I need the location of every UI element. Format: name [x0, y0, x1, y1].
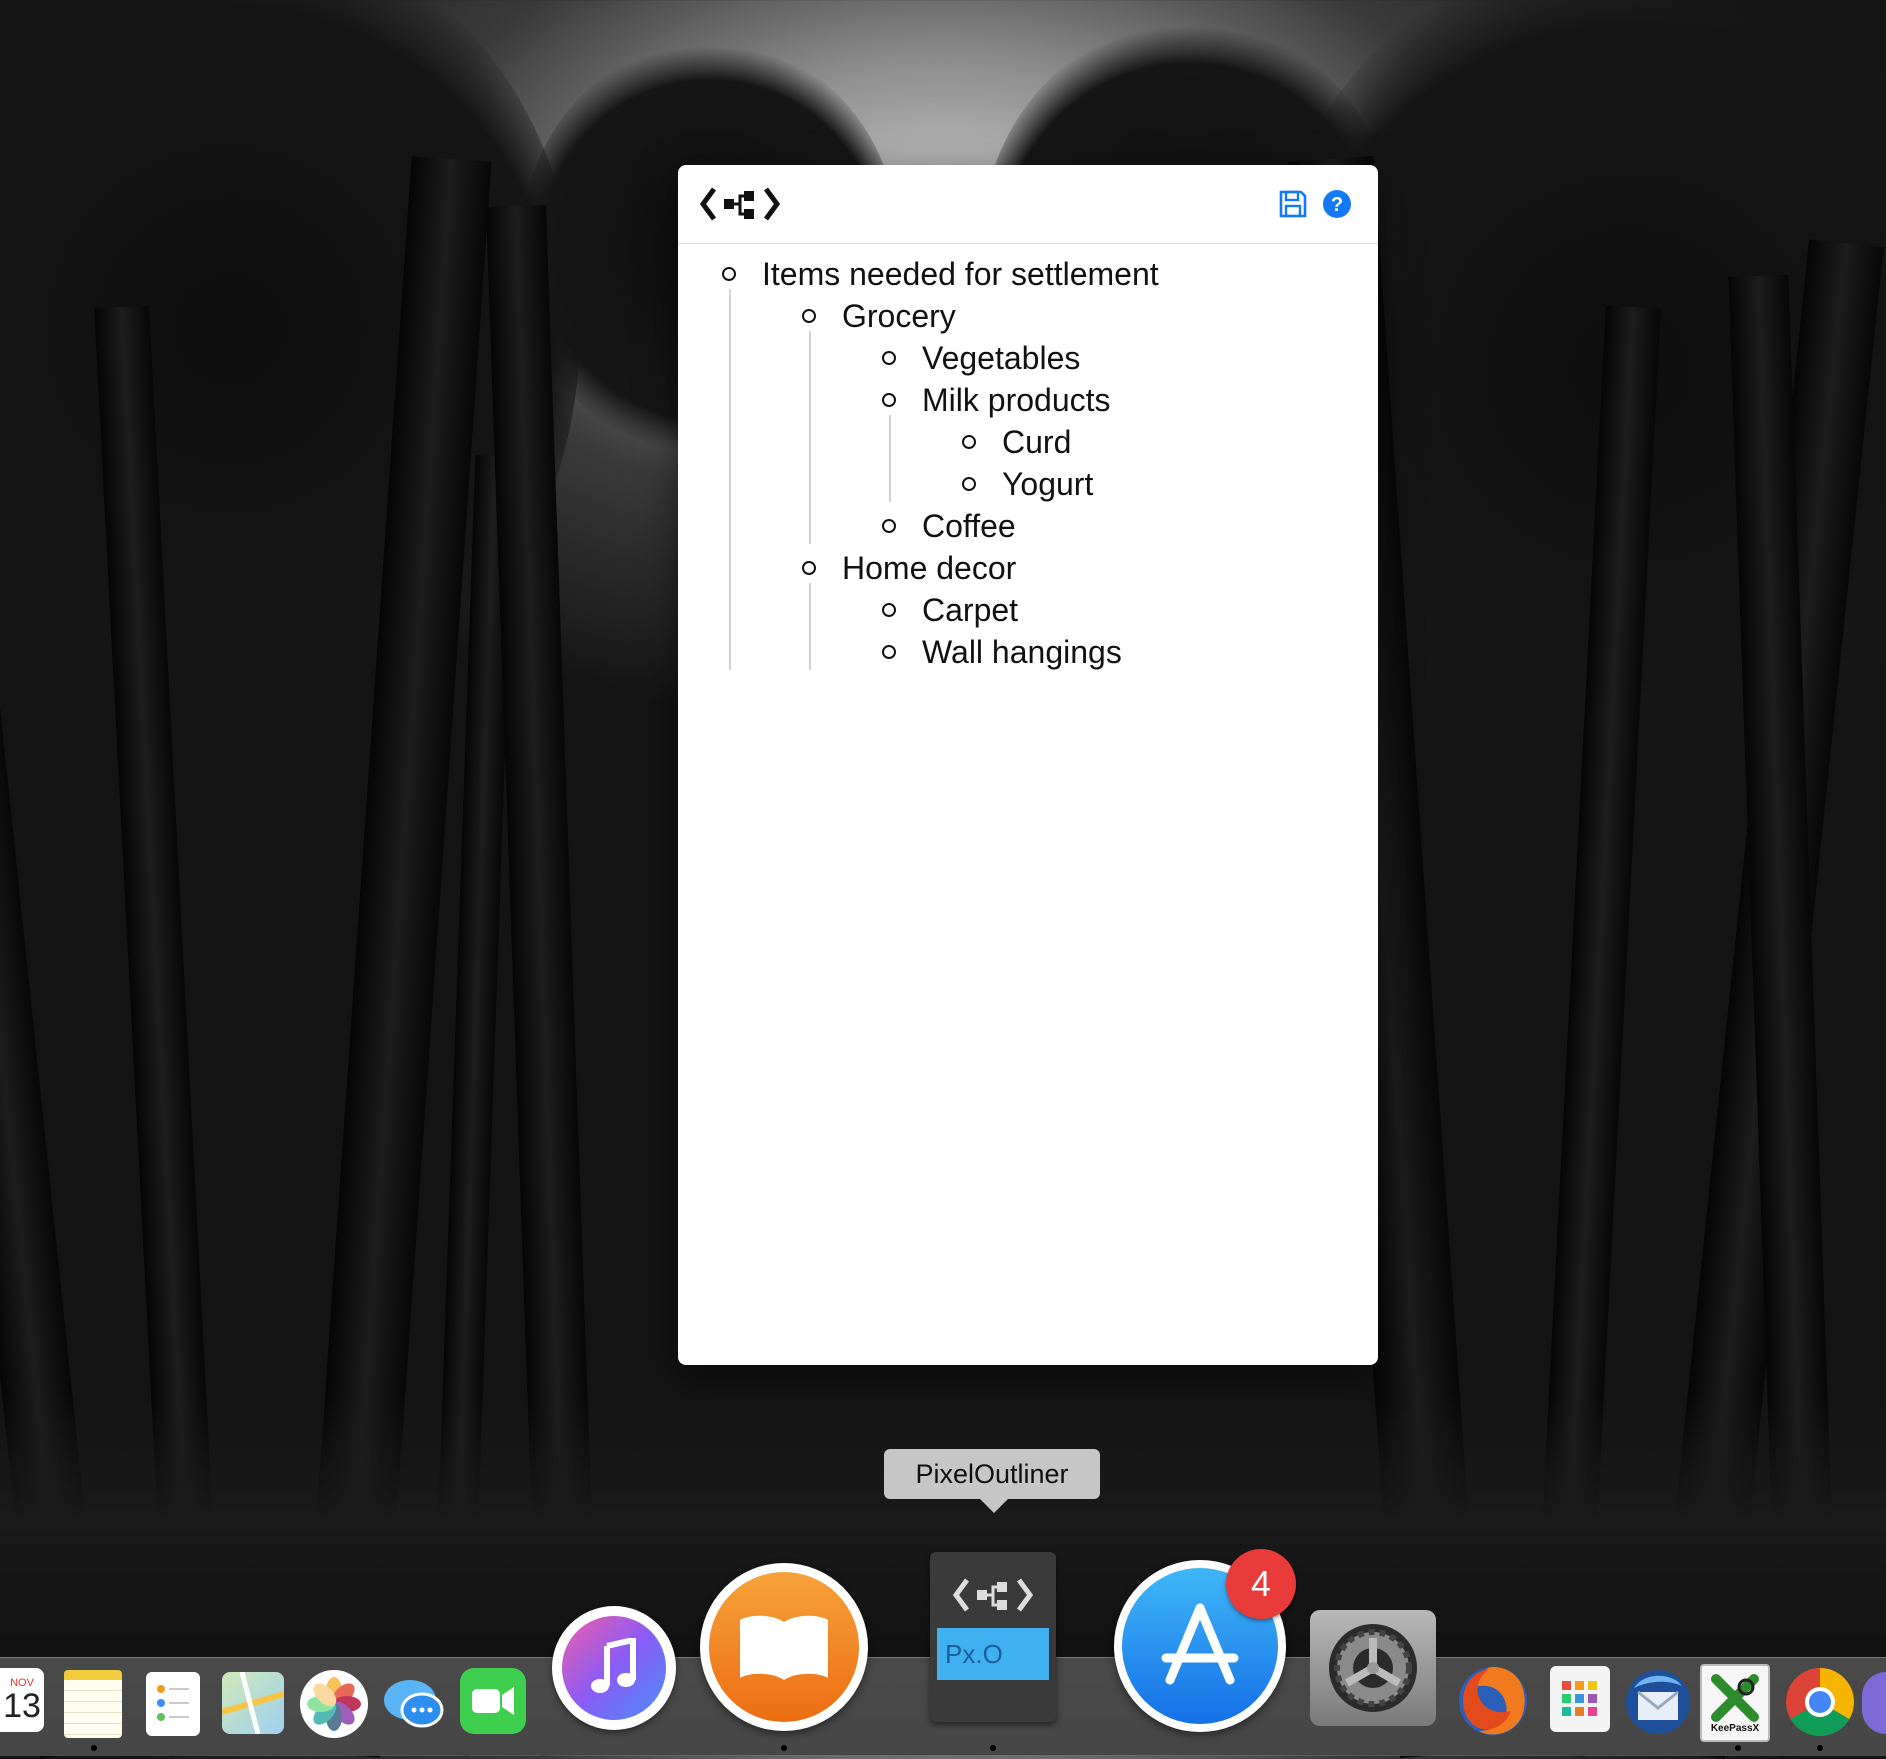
outline-item-label[interactable]: Curd — [1002, 424, 1071, 461]
pixeloutliner-window: ? Items needed for settlement Grocery Ve… — [678, 165, 1378, 1365]
messages-icon[interactable] — [380, 1670, 448, 1738]
calendar-icon[interactable]: NOV 13 — [0, 1668, 44, 1732]
pixeloutliner-logo-icon — [700, 187, 780, 221]
pixeloutliner-dock-label: Px.O — [937, 1628, 1049, 1680]
outline-bullet[interactable] — [882, 603, 896, 617]
outline-bullet[interactable] — [802, 561, 816, 575]
launchpad-icon[interactable] — [1550, 1666, 1610, 1732]
running-indicator — [1817, 1745, 1823, 1751]
dock-tooltip-arrow — [980, 1499, 1008, 1513]
pixeloutliner-logo-icon — [953, 1578, 1033, 1612]
outline-bullet[interactable] — [962, 477, 976, 491]
outline-bullet[interactable] — [722, 267, 736, 281]
outline-item-label[interactable]: Yogurt — [1002, 466, 1093, 503]
outline-item[interactable]: Coffee — [882, 505, 1016, 547]
outline-guide-line — [809, 583, 811, 670]
outline-bullet[interactable] — [882, 393, 896, 407]
outline-guide-line — [889, 415, 891, 502]
outline-item-label[interactable]: Grocery — [842, 298, 956, 335]
pixeloutliner-dock-icon[interactable]: Px.O — [930, 1552, 1056, 1722]
running-indicator — [990, 1745, 996, 1751]
running-indicator — [781, 1745, 787, 1751]
outline-item[interactable]: Grocery — [802, 295, 956, 337]
thunderbird-icon[interactable] — [1620, 1664, 1696, 1740]
app-store-badge: 4 — [1226, 1549, 1296, 1619]
calendar-day: 13 — [3, 1687, 41, 1725]
reminders-icon[interactable] — [146, 1672, 200, 1736]
outline-bullet[interactable] — [962, 435, 976, 449]
running-indicator — [1735, 1745, 1741, 1751]
outline-bullet[interactable] — [802, 309, 816, 323]
chrome-icon[interactable] — [1784, 1666, 1856, 1738]
notes-icon[interactable] — [64, 1670, 122, 1738]
dock-tooltip: PixelOutliner — [884, 1449, 1100, 1499]
outline-item[interactable]: Items needed for settlement — [722, 253, 1159, 295]
keepassx-label: KeePassX — [1710, 1722, 1760, 1734]
outline-item-label[interactable]: Milk products — [922, 382, 1111, 419]
outline-item-label[interactable]: Carpet — [922, 592, 1018, 629]
outline-item-label[interactable]: Vegetables — [922, 340, 1080, 377]
outline-item-label[interactable]: Coffee — [922, 508, 1016, 545]
firefox-icon[interactable] — [1452, 1660, 1534, 1742]
itunes-icon[interactable] — [552, 1606, 676, 1730]
ibooks-icon[interactable] — [700, 1563, 868, 1731]
system-preferences-icon[interactable] — [1310, 1610, 1436, 1726]
outline-item-label[interactable]: Home decor — [842, 550, 1016, 587]
running-indicator — [91, 1745, 97, 1751]
outline-item[interactable]: Carpet — [882, 589, 1018, 631]
dock-tooltip-text: PixelOutliner — [915, 1458, 1069, 1489]
outline-tree: Items needed for settlement Grocery Vege… — [678, 245, 1378, 1365]
photos-icon[interactable] — [300, 1670, 368, 1738]
outline-bullet[interactable] — [882, 519, 896, 533]
app-header: ? — [678, 165, 1378, 244]
outline-item[interactable]: Home decor — [802, 547, 1016, 589]
outline-item[interactable]: Curd — [962, 421, 1071, 463]
outline-bullet[interactable] — [882, 645, 896, 659]
help-icon[interactable]: ? — [1322, 189, 1352, 219]
outline-bullet[interactable] — [882, 351, 896, 365]
outline-item[interactable]: Wall hangings — [882, 631, 1122, 673]
maps-icon[interactable] — [222, 1672, 284, 1734]
keepassx-icon[interactable]: KeePassX — [1700, 1664, 1770, 1742]
outline-item[interactable]: Yogurt — [962, 463, 1093, 505]
svg-text:?: ? — [1331, 194, 1343, 216]
outline-guide-line — [809, 331, 811, 544]
outline-guide-line — [729, 289, 731, 670]
outline-item-label[interactable]: Items needed for settlement — [762, 256, 1159, 293]
outline-item[interactable]: Vegetables — [882, 337, 1080, 379]
save-icon[interactable] — [1278, 189, 1308, 219]
outline-item[interactable]: Milk products — [882, 379, 1111, 421]
facetime-icon[interactable] — [460, 1668, 526, 1734]
outline-item-label[interactable]: Wall hangings — [922, 634, 1122, 671]
